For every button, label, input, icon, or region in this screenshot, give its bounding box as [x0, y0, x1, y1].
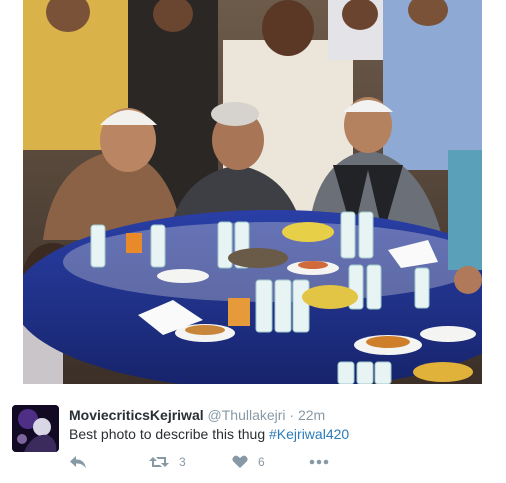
tweet-card[interactable]: MoviecriticsKejriwal @Thullakejri · 22m … — [0, 384, 506, 483]
photo-illustration — [23, 0, 482, 384]
tweet-text: Best photo to describe this thug #Kejriw… — [69, 425, 489, 443]
tweet-text-body: Best photo to describe this thug — [69, 426, 270, 442]
retweet-button[interactable]: 3 — [149, 452, 186, 472]
hashtag-link[interactable]: #Kejriwal420 — [269, 426, 349, 442]
separator-dot: · — [289, 407, 295, 423]
heart-icon — [232, 455, 248, 468]
like-count: 6 — [258, 455, 265, 469]
tweet-actions: 3 6 — [69, 452, 369, 472]
user-handle[interactable]: @Thullakejri — [208, 407, 286, 423]
more-dots-icon — [309, 459, 329, 465]
reply-icon — [70, 456, 86, 468]
tweet-header: MoviecriticsKejriwal @Thullakejri · 22m — [69, 406, 489, 424]
tweet-photo[interactable] — [23, 0, 482, 384]
retweet-icon — [149, 457, 169, 467]
avatar[interactable] — [12, 405, 59, 452]
avatar-image — [12, 405, 59, 452]
more-button[interactable] — [309, 452, 329, 472]
like-button[interactable]: 6 — [232, 452, 265, 472]
reply-button[interactable] — [69, 452, 87, 472]
display-name[interactable]: MoviecriticsKejriwal — [69, 407, 204, 423]
retweet-count: 3 — [179, 455, 186, 469]
timestamp[interactable]: 22m — [298, 407, 325, 423]
